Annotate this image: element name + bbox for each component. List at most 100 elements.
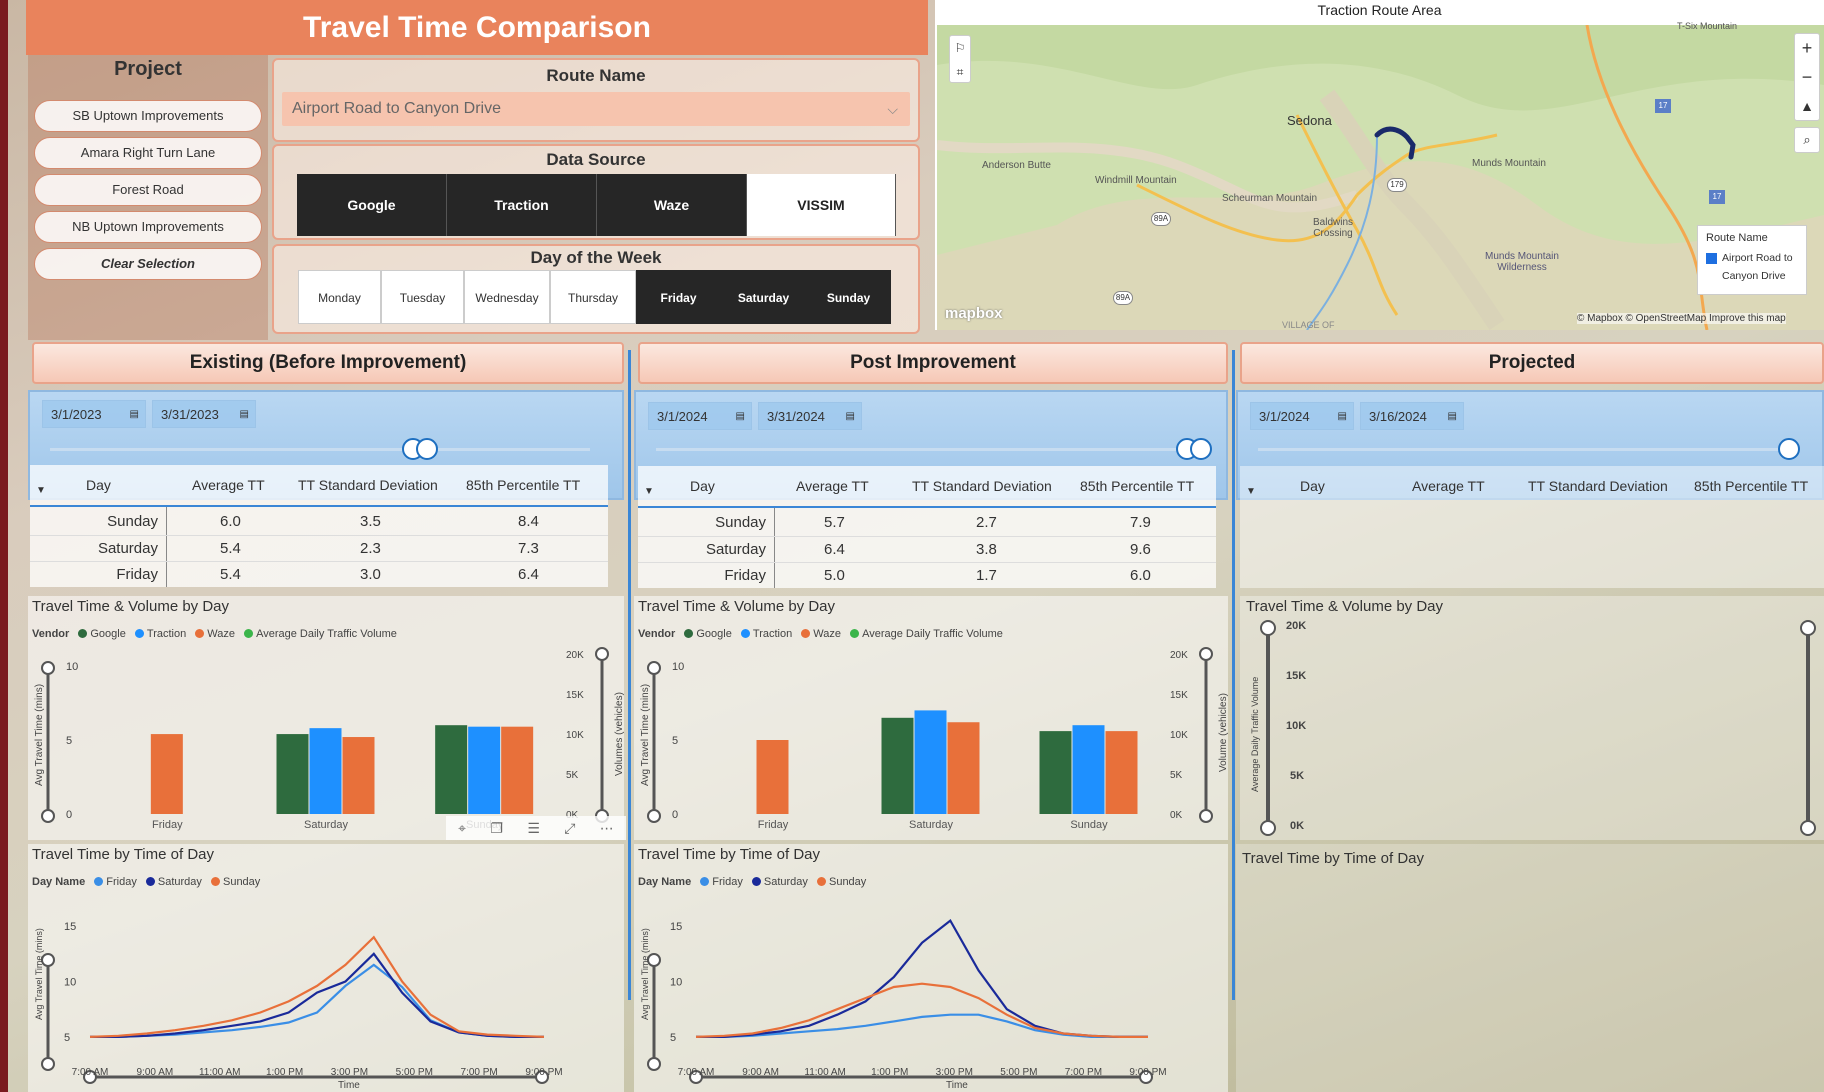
table-row[interactable]: Saturday 6.4 3.8 9.6	[638, 536, 1216, 562]
project-item[interactable]: Forest Road	[34, 174, 262, 206]
legend-item[interactable]: Waze	[813, 628, 841, 640]
col-day[interactable]: Day	[690, 478, 715, 494]
legend-item[interactable]: Google	[90, 628, 125, 640]
day-of-week-title: Day of the Week	[530, 248, 662, 267]
day-sunday-button[interactable]: Sunday	[806, 270, 891, 324]
date-slider-track[interactable]	[50, 448, 590, 451]
select-icon[interactable]: ⌗	[950, 60, 970, 84]
date-slider-handle[interactable]	[1778, 438, 1800, 460]
legend-item[interactable]: Traction	[753, 628, 792, 640]
start-date-value: 3/1/2024	[657, 409, 708, 424]
y2-tick: 15K	[1170, 690, 1188, 701]
map-attribution[interactable]: © Mapbox © OpenStreetMap Improve this ma…	[1577, 313, 1786, 324]
legend-item[interactable]: Sunday	[223, 876, 260, 888]
table-row[interactable]: Friday 5.0 1.7 6.0	[638, 562, 1216, 588]
map-canvas[interactable]: Sedona Anderson Butte Windmill Mountain …	[936, 21, 1824, 330]
legend-dot	[134, 629, 144, 638]
legend-item[interactable]: Average Daily Traffic Volume	[862, 628, 1003, 640]
y-tick: 5	[670, 1032, 676, 1044]
col-day[interactable]: Day	[86, 477, 111, 493]
source-vissim-button[interactable]: VISSIM	[747, 174, 896, 236]
sort-caret-icon[interactable]: ▼	[644, 486, 654, 497]
map-label-sedona: Sedona	[1287, 113, 1332, 128]
col-tt-std[interactable]: TT Standard Deviation	[912, 478, 1052, 494]
table-row[interactable]: Sunday 6.0 3.5 8.4	[30, 509, 608, 535]
x-tick: Saturday	[304, 819, 349, 831]
date-slider-track[interactable]	[656, 448, 1196, 451]
col-85th[interactable]: 85th Percentile TT	[1694, 478, 1808, 494]
day-friday-button[interactable]: Friday	[636, 270, 721, 324]
focus-mode-icon[interactable]: ⤢	[564, 820, 575, 837]
more-options-icon[interactable]: ⋯	[600, 820, 614, 837]
source-google-button[interactable]: Google	[297, 174, 447, 236]
legend-item[interactable]: Waze	[207, 628, 235, 640]
x-tick: 9:00 AM	[137, 1067, 174, 1078]
date-slider-handle[interactable]	[416, 438, 438, 460]
legend-item[interactable]: Google	[696, 628, 731, 640]
col-day[interactable]: Day	[1300, 478, 1325, 494]
col-tt-std[interactable]: TT Standard Deviation	[298, 477, 438, 493]
table-row[interactable]: Sunday 5.7 2.7 7.9	[638, 510, 1216, 536]
range-slider-handle	[1199, 647, 1213, 661]
project-item[interactable]: SB Uptown Improvements	[34, 100, 262, 132]
start-date-input[interactable]: 3/1/2024 ▤	[1250, 402, 1354, 430]
x-tick: 7:00 PM	[461, 1067, 498, 1078]
day-saturday-button[interactable]: Saturday	[721, 270, 806, 324]
day-thursday-button[interactable]: Thursday	[550, 270, 636, 324]
end-date-input[interactable]: 3/16/2024 ▤	[1360, 402, 1464, 430]
date-slider-track[interactable]	[1258, 448, 1798, 451]
date-slider-handle[interactable]	[1190, 438, 1212, 460]
cell-85th: 6.0	[1130, 567, 1151, 584]
range-slider-track[interactable]	[1806, 626, 1810, 826]
col-85th[interactable]: 85th Percentile TT	[1080, 478, 1194, 494]
project-item[interactable]: Amara Right Turn Lane	[34, 137, 262, 169]
source-traction-button[interactable]: Traction	[447, 174, 597, 236]
legend-item[interactable]: Saturday	[764, 876, 808, 888]
flag-icon[interactable]: ⚐	[950, 36, 970, 60]
zoom-out-icon[interactable]: −	[1795, 63, 1819, 92]
legend-item[interactable]: Friday	[712, 876, 743, 888]
filter-icon[interactable]: ☰	[527, 820, 540, 837]
range-slider-handle[interactable]	[1260, 820, 1276, 836]
chart-title: Travel Time & Volume by Day	[1246, 598, 1444, 615]
end-date-input[interactable]: 3/31/2024 ▤	[758, 402, 862, 430]
y-axis-label: Avg Travel Time (mins)	[34, 928, 44, 1020]
sort-caret-icon[interactable]: ▼	[36, 485, 46, 496]
legend-item[interactable]: Friday	[106, 876, 137, 888]
zoom-in-icon[interactable]: +	[1795, 34, 1819, 63]
start-date-input[interactable]: 3/1/2023 ▤	[42, 400, 146, 428]
col-average-tt[interactable]: Average TT	[796, 478, 869, 494]
pin-icon[interactable]: ⌖	[458, 820, 466, 837]
table-row[interactable]: Saturday 5.4 2.3 7.3	[30, 535, 608, 561]
legend-item[interactable]: Saturday	[158, 876, 202, 888]
sort-caret-icon[interactable]: ▼	[1246, 486, 1256, 497]
legend-item[interactable]: Sunday	[829, 876, 866, 888]
col-average-tt[interactable]: Average TT	[1412, 478, 1485, 494]
route-name-dropdown[interactable]: Airport Road to Canyon Drive ⌵	[282, 92, 910, 126]
project-item[interactable]: NB Uptown Improvements	[34, 211, 262, 243]
compass-icon[interactable]: ▲	[1795, 92, 1819, 121]
table-row[interactable]: Friday 5.4 3.0 6.4	[30, 561, 608, 587]
clear-selection-button[interactable]: Clear Selection	[34, 248, 262, 280]
start-date-input[interactable]: 3/1/2024 ▤	[648, 402, 752, 430]
legend-item[interactable]: Traction	[147, 628, 186, 640]
col-average-tt[interactable]: Average TT	[192, 477, 265, 493]
legend-item[interactable]: Average Daily Traffic Volume	[256, 628, 397, 640]
y-tick: 5	[64, 1032, 70, 1044]
range-slider-handle[interactable]	[1800, 820, 1816, 836]
map-search-icon[interactable]: ⌕	[1794, 127, 1820, 153]
day-wednesday-button[interactable]: Wednesday	[464, 270, 550, 324]
day-tuesday-button[interactable]: Tuesday	[381, 270, 464, 324]
range-slider-track[interactable]	[1266, 626, 1270, 826]
y2-tick: 0K	[1170, 810, 1183, 821]
day-monday-button[interactable]: Monday	[298, 270, 381, 324]
range-slider-handle[interactable]	[1260, 620, 1276, 636]
end-date-input[interactable]: 3/31/2023 ▤	[152, 400, 256, 428]
calendar-icon: ▤	[1447, 411, 1457, 422]
copy-icon[interactable]: ❐	[490, 820, 503, 837]
col-85th[interactable]: 85th Percentile TT	[466, 477, 580, 493]
col-tt-std[interactable]: TT Standard Deviation	[1528, 478, 1668, 494]
range-slider-handle[interactable]	[1800, 620, 1816, 636]
y2-tick: 0K	[1290, 820, 1305, 832]
source-waze-button[interactable]: Waze	[597, 174, 747, 236]
